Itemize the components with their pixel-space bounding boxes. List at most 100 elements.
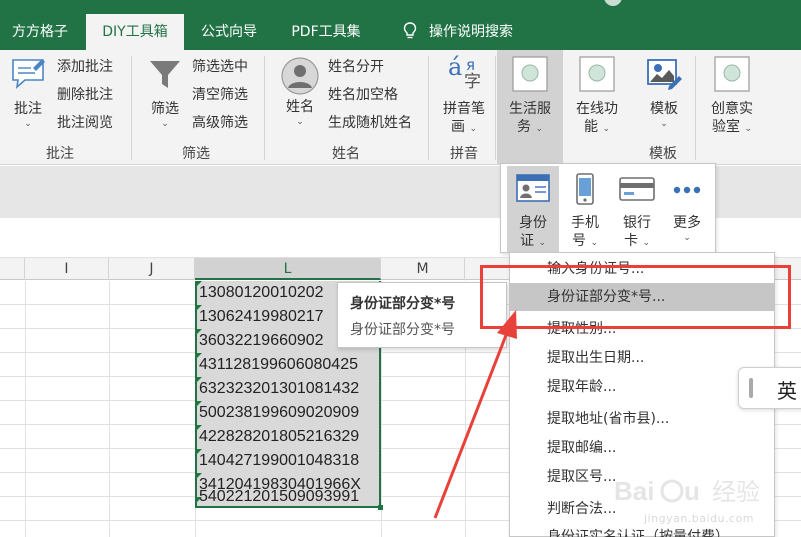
pinyin-icon: á я 字 xyxy=(444,55,484,94)
template-button[interactable]: 模板 ⌄ xyxy=(636,56,692,130)
menu-item-extract-address[interactable]: 提取地址(省市县)... xyxy=(510,405,774,433)
annotation-highlight-box xyxy=(480,265,791,329)
watermark-logo-text: Bai xyxy=(614,476,654,506)
name-button[interactable]: 姓名 ⌄ xyxy=(278,56,322,128)
id-card-button[interactable]: 身份 证 ⌄ xyxy=(507,166,559,252)
chevron-down-icon: ⌄ xyxy=(161,119,169,129)
chevron-down-icon: ⌄ xyxy=(590,238,598,248)
chevron-down-icon: ⌄ xyxy=(744,124,752,134)
menu-item-extract-age[interactable]: 提取年龄... xyxy=(510,373,774,401)
life-service-button[interactable]: 生活服 务 ⌄ xyxy=(500,56,560,138)
creative-lab-label: 创意实 xyxy=(711,101,753,117)
cell-l6[interactable]: 500238199609020909 xyxy=(196,401,380,425)
error-indicator-icon xyxy=(196,281,202,287)
pinyin-stroke-button[interactable]: á я 字 拼音笔 画 ⌄ xyxy=(436,55,492,138)
circle-placeholder-icon xyxy=(579,56,615,92)
bank-card-button[interactable]: 银行 卡 ⌄ xyxy=(611,166,663,252)
id-card-label-2: 证 ⌄ xyxy=(520,233,546,249)
life-service-label: 生活服 xyxy=(509,101,551,117)
group-divider xyxy=(495,56,496,160)
chevron-down-icon: ⌄ xyxy=(24,119,32,129)
tab-diy-toolbox[interactable]: DIY工具箱 xyxy=(86,14,184,50)
group-label-template: 模板 xyxy=(649,146,677,162)
online-function-label-2: 能 ⌄ xyxy=(584,119,610,135)
more-label: 更多 xyxy=(673,215,701,231)
error-indicator-icon xyxy=(196,425,202,431)
phone-icon xyxy=(576,173,594,205)
funnel-icon xyxy=(150,61,180,88)
tab-formula-wizard[interactable]: 公式向导 xyxy=(190,14,268,50)
group-label-pinyin: 拼音 xyxy=(450,146,478,162)
pinyin-button-label-2: 画 ⌄ xyxy=(451,119,477,135)
delete-comment-item[interactable]: 删除批注 xyxy=(57,85,113,105)
more-button[interactable]: 更多 ⌄ xyxy=(661,166,713,252)
bank-card-icon xyxy=(619,177,655,201)
circle-placeholder-icon xyxy=(714,56,750,92)
chevron-down-icon: ⌄ xyxy=(602,124,610,134)
name-add-space-item[interactable]: 姓名加空格 xyxy=(328,85,398,105)
id-card-icon xyxy=(516,174,550,202)
cell-l10-text: 540221201509093991 xyxy=(199,488,360,505)
cell-l8[interactable]: 140427199001048318 xyxy=(196,449,380,473)
bank-card-label-2: 卡 ⌄ xyxy=(624,233,650,249)
split-name-item[interactable]: 姓名分开 xyxy=(328,57,384,77)
more-dots-icon xyxy=(673,186,701,194)
column-header-l[interactable]: L xyxy=(195,258,381,280)
group-divider xyxy=(264,56,265,160)
filter-button-label: 筛选 xyxy=(151,101,179,117)
column-header-m[interactable]: M xyxy=(381,258,465,280)
tooltip-title: 身份证部分变*号 xyxy=(350,296,456,312)
menu-item-extract-postcode[interactable]: 提取邮编... xyxy=(510,434,774,462)
column-header-i[interactable]: I xyxy=(25,258,109,280)
chevron-down-icon: ⌄ xyxy=(538,238,546,248)
group-label-name: 姓名 xyxy=(332,146,360,162)
lightbulb-icon xyxy=(403,22,417,39)
drag-handle[interactable] xyxy=(749,378,753,398)
error-indicator-icon xyxy=(196,305,202,311)
creative-lab-button[interactable]: 创意实 验室 ⌄ xyxy=(702,56,762,138)
ribbon: 批注 ⌄ 添加批注 删除批注 批注阅览 批注 筛选 ⌄ 筛选选中 清空筛选 高级… xyxy=(0,50,801,165)
template-label: 模板 xyxy=(650,101,678,117)
menu-item-extract-birthdate[interactable]: 提取出生日期... xyxy=(510,344,774,372)
tell-me-search[interactable]: 操作说明搜索 xyxy=(396,14,520,50)
clear-filter-item[interactable]: 清空筛选 xyxy=(192,85,248,105)
ime-mode-label: 英 xyxy=(777,379,797,403)
add-comment-item[interactable]: 添加批注 xyxy=(57,57,113,77)
watermark-logo: Bai u 经验 xyxy=(614,476,760,506)
tell-me-label: 操作说明搜索 xyxy=(429,24,513,40)
ime-indicator[interactable]: 英 xyxy=(738,367,801,409)
chevron-down-icon: ⌄ xyxy=(469,124,477,134)
error-indicator-icon xyxy=(196,401,202,407)
ribbon-tab-bar: 方方格子 DIY工具箱 公式向导 PDF工具集 操作说明搜索 xyxy=(0,14,801,50)
circle-placeholder-icon xyxy=(512,56,548,92)
tab-fangfang-gezi[interactable]: 方方格子 xyxy=(0,14,80,50)
column-header-j[interactable]: J xyxy=(109,258,195,280)
advanced-filter-item[interactable]: 高级筛选 xyxy=(192,113,248,133)
filter-selected-item[interactable]: 筛选选中 xyxy=(192,57,248,77)
browse-comment-item[interactable]: 批注阅览 xyxy=(57,113,113,133)
person-icon xyxy=(281,57,319,95)
group-label-filter: 筛选 xyxy=(182,146,210,162)
cell-l4[interactable]: 431128199606080425 xyxy=(196,353,380,377)
filter-button[interactable]: 筛选 ⌄ xyxy=(143,56,187,130)
cell-l7[interactable]: 422828201805216329 xyxy=(196,425,380,449)
bank-card-label: 银行 xyxy=(623,215,651,231)
id-card-label: 身份 xyxy=(519,215,547,231)
gridline xyxy=(109,281,110,537)
random-name-item[interactable]: 生成随机姓名 xyxy=(328,113,412,133)
comment-button[interactable]: 批注 ⌄ xyxy=(6,56,50,130)
watermark-url: jingyan.baidu.com xyxy=(644,512,755,525)
fill-handle[interactable] xyxy=(378,505,383,510)
online-function-button[interactable]: 在线功 能 ⌄ xyxy=(567,56,627,138)
gridline xyxy=(25,281,26,537)
watermark-logo-text: 经验 xyxy=(712,478,760,506)
tab-pdf-tools[interactable]: PDF工具集 xyxy=(280,14,372,50)
error-indicator-icon xyxy=(196,329,202,335)
life-service-label-2: 务 ⌄ xyxy=(517,119,543,135)
cell-l5[interactable]: 632323201301081432 xyxy=(196,377,380,401)
error-indicator-icon xyxy=(196,449,202,455)
row-header-corner[interactable] xyxy=(0,258,25,280)
comment-icon xyxy=(12,59,45,90)
error-indicator-icon xyxy=(196,473,202,479)
phone-number-button[interactable]: 手机 号 ⌄ xyxy=(559,166,611,252)
